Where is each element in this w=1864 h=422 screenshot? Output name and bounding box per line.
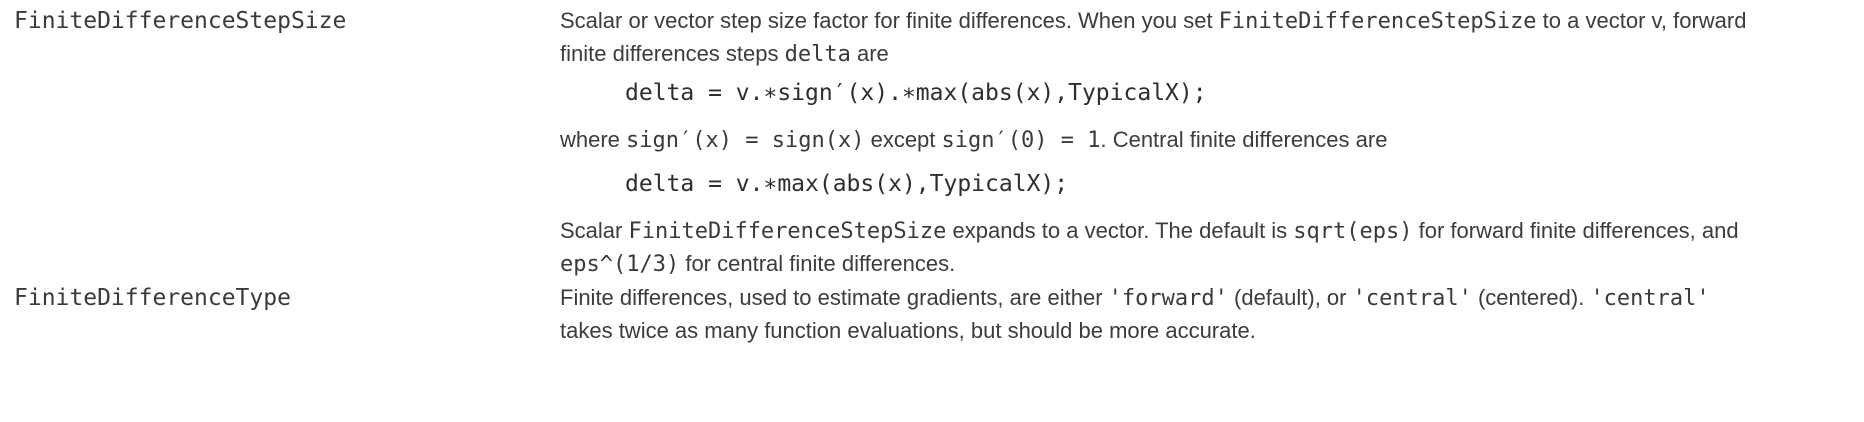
inline-code: eps^(1/3) bbox=[560, 252, 680, 277]
text-segment: finite differences steps bbox=[560, 41, 785, 66]
inline-code: 'central' bbox=[1590, 286, 1710, 311]
option-name-finite-difference-type: FiniteDifferenceType bbox=[14, 285, 291, 311]
text-segment: Finite differences, used to estimate gra… bbox=[560, 285, 1109, 310]
option-description-difference-type: Finite differences, used to estimate gra… bbox=[560, 281, 1860, 347]
text-segment: . Central finite differences are bbox=[1100, 127, 1388, 152]
variable-v: v bbox=[1651, 8, 1661, 33]
text-segment: for forward finite differences, and bbox=[1412, 218, 1739, 243]
text-segment: except bbox=[864, 127, 942, 152]
code-block-central-delta: delta = v.∗max(abs(x),TypicalX); bbox=[625, 171, 1069, 197]
text-segment: , forward bbox=[1660, 8, 1747, 33]
text-segment: where bbox=[560, 127, 627, 152]
text-segment: for central finite differences. bbox=[679, 251, 956, 276]
text-segment: are bbox=[850, 41, 889, 66]
inline-code: FiniteDifferenceStepSize bbox=[1218, 9, 1537, 34]
inline-code: sqrt(eps) bbox=[1293, 219, 1413, 244]
inline-code: FiniteDifferenceStepSize bbox=[628, 219, 947, 244]
inline-code: 'central' bbox=[1352, 286, 1472, 311]
text-segment: Scalar bbox=[560, 218, 629, 243]
code-block-forward-delta: delta = v.∗sign′(x).∗max(abs(x),TypicalX… bbox=[625, 80, 1207, 106]
text-segment: Scalar or vector step size factor for fi… bbox=[560, 8, 1219, 33]
inline-code: sign′(x) = sign(x) bbox=[626, 128, 865, 153]
text-segment: takes twice as many function evaluations… bbox=[560, 318, 1256, 343]
text-segment: expands to a vector. The default is bbox=[946, 218, 1294, 243]
option-description-sign-note: where sign′(x) = sign(x) except sign′(0)… bbox=[560, 123, 1387, 157]
option-description-step-size-intro: Scalar or vector step size factor for fi… bbox=[560, 4, 1860, 70]
inline-code: 'forward' bbox=[1108, 286, 1228, 311]
text-segment: (centered). bbox=[1471, 285, 1591, 310]
text-segment: to a vector bbox=[1536, 8, 1652, 33]
option-description-step-size-default: Scalar FiniteDifferenceStepSize expands … bbox=[560, 214, 1860, 280]
inline-code: sign′(0) = 1 bbox=[941, 128, 1101, 153]
text-segment: (default), or bbox=[1227, 285, 1353, 310]
option-name-finite-difference-step-size: FiniteDifferenceStepSize bbox=[14, 8, 347, 34]
inline-code: delta bbox=[784, 42, 851, 67]
